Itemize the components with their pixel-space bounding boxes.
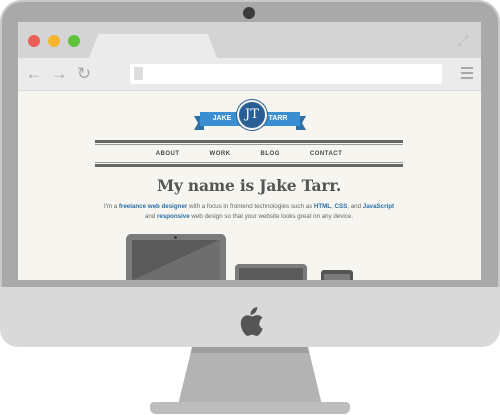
logo-first-name: JAKE (212, 115, 232, 122)
webcam-icon (243, 7, 255, 19)
page-icon (134, 67, 143, 80)
monitor-foot (150, 402, 350, 414)
phone-illustration (321, 270, 353, 280)
back-arrow-icon[interactable]: ← (24, 63, 44, 85)
close-window-button[interactable] (28, 35, 40, 47)
nav-work[interactable]: WORK (210, 147, 231, 161)
expand-icon[interactable]: ⤢ (455, 32, 471, 48)
link-freelance[interactable]: freelance web designer (119, 203, 187, 210)
menu-icon[interactable] (461, 67, 473, 79)
link-javascript[interactable]: JavaScript (363, 203, 394, 210)
site-logo[interactable]: JAKE TARR JT (194, 100, 306, 134)
browser-titlebar: ⤢ (18, 22, 481, 60)
link-css[interactable]: CSS (335, 203, 348, 210)
browser-window: ⤢ ← → ↻ JAKE TARR JT ABOUT WORK BLOG CON… (18, 22, 481, 280)
nav-blog[interactable]: BLOG (261, 147, 280, 161)
forward-arrow-icon[interactable]: → (49, 63, 69, 85)
nav-divider-bottom (95, 164, 403, 167)
link-responsive[interactable]: responsive (157, 213, 190, 220)
nav-divider-bottom-thin (95, 162, 403, 163)
site-nav: ABOUT WORK BLOG CONTACT (95, 147, 403, 161)
logo-monogram: JT (237, 100, 267, 130)
maximize-window-button[interactable] (68, 35, 80, 47)
nav-divider-top (95, 140, 403, 143)
laptop-illustration (126, 234, 226, 280)
address-bar[interactable] (130, 64, 442, 84)
apple-logo-icon (240, 307, 263, 336)
hero-headline: My name is Jake Tarr. (156, 176, 342, 195)
reload-icon[interactable]: ↻ (74, 63, 94, 85)
hero-intro: I'm a freelance web designer with a focu… (103, 203, 395, 220)
browser-tab[interactable] (88, 34, 218, 60)
nav-contact[interactable]: CONTACT (310, 147, 342, 161)
nav-divider-top-thin (95, 144, 403, 145)
tablet-illustration (235, 264, 307, 280)
logo-last-name: TARR (268, 115, 288, 122)
minimize-window-button[interactable] (48, 35, 60, 47)
monitor-stand (178, 347, 322, 405)
browser-toolbar: ← → ↻ (18, 58, 481, 91)
link-html[interactable]: HTML (314, 203, 331, 210)
nav-about[interactable]: ABOUT (156, 147, 180, 161)
